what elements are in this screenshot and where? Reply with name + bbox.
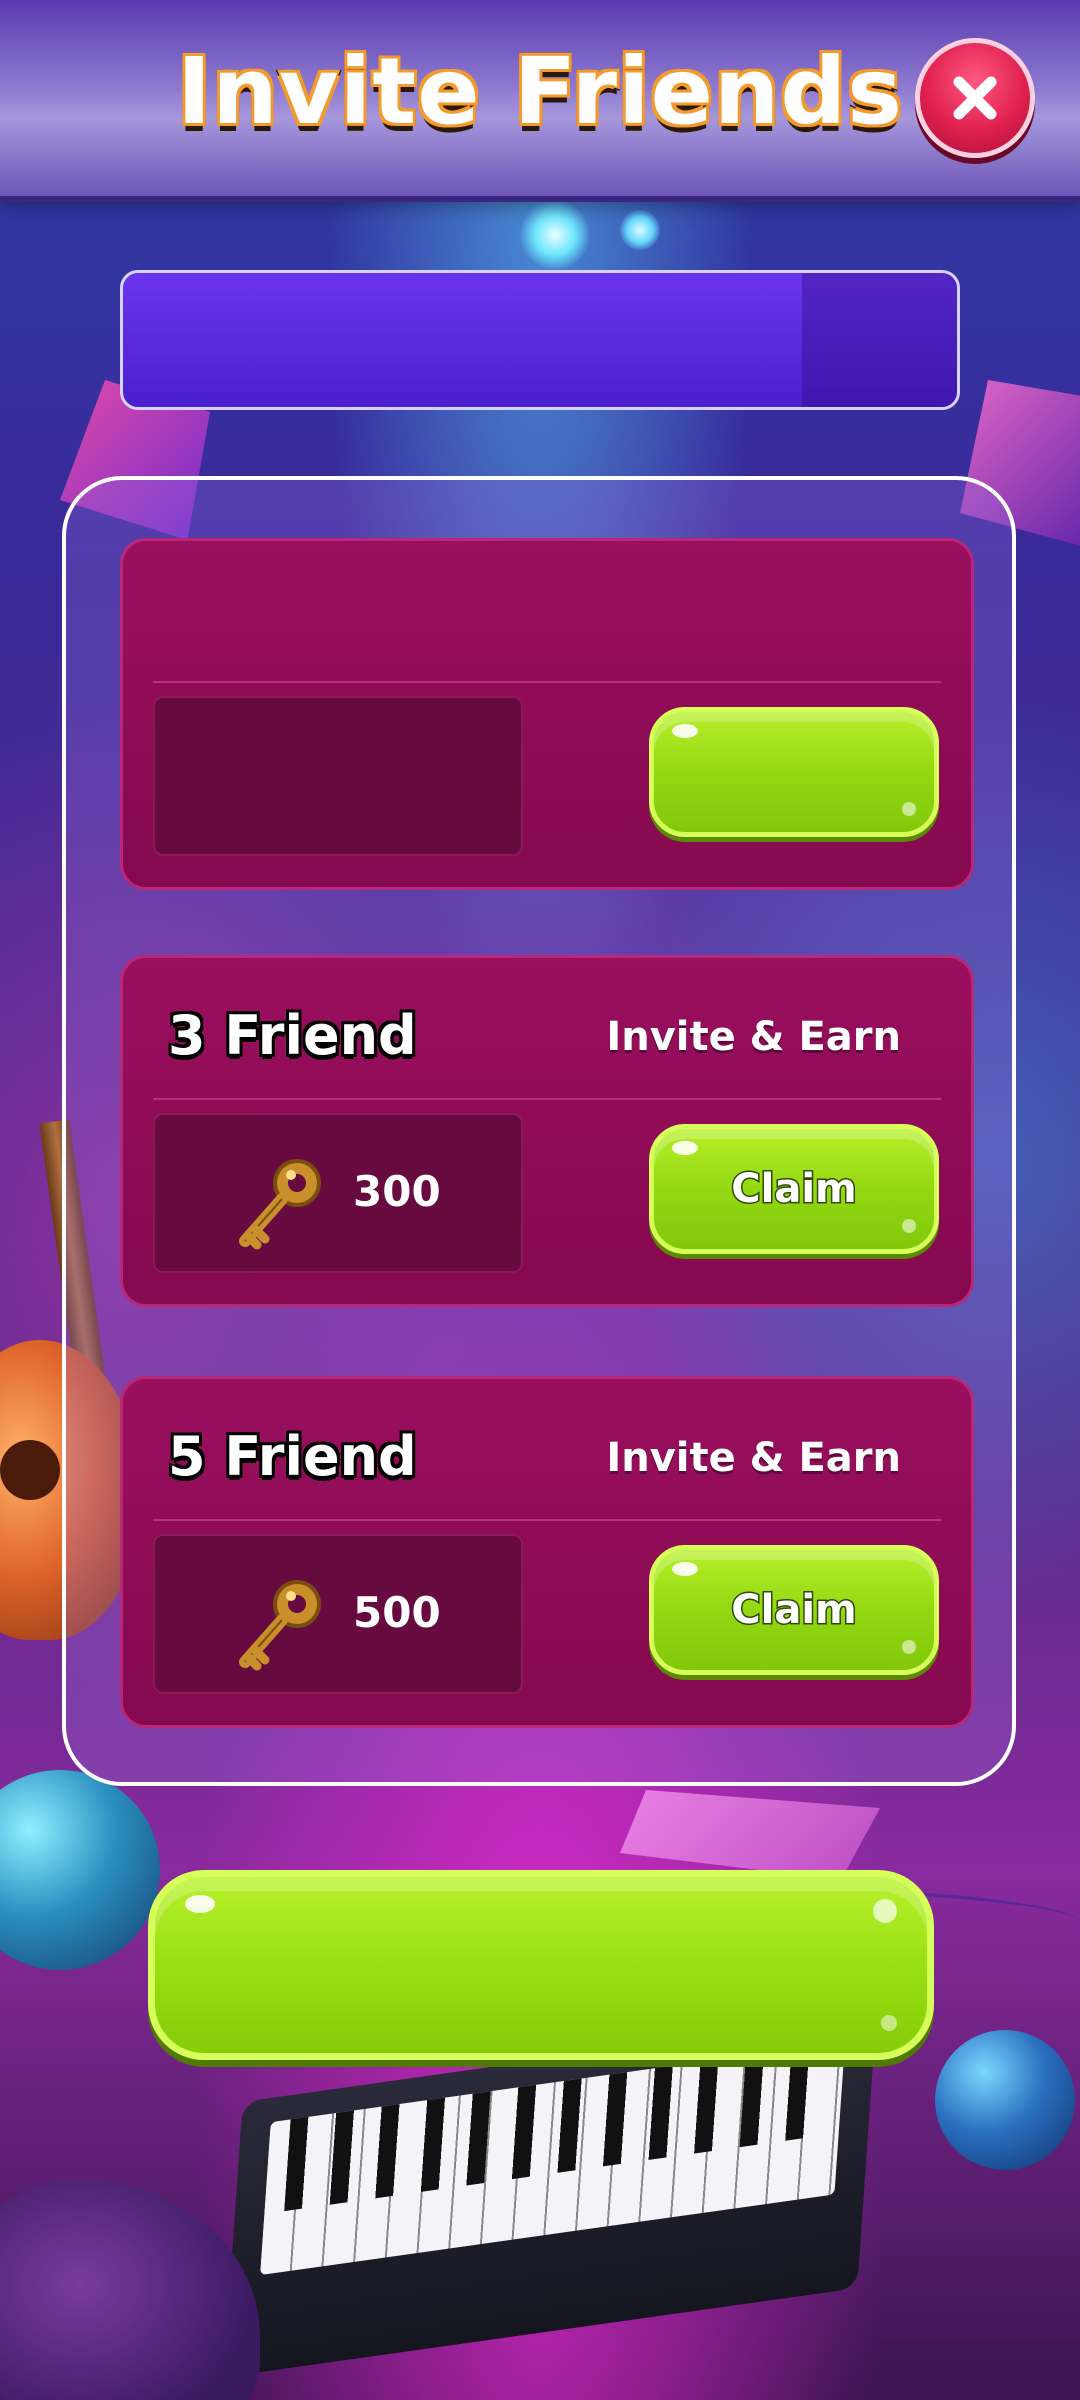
card-divider [153, 1519, 941, 1521]
reward-box: 300 [153, 1113, 523, 1273]
background-cloth [0, 2180, 260, 2400]
header-bar: Invite Friends [0, 0, 1080, 196]
key-icon [239, 1159, 321, 1250]
reward-card [120, 538, 974, 890]
button-highlight [672, 1562, 698, 1576]
background-keyboard [223, 2012, 877, 2378]
reward-card: 5 Friend Invite & Earn 500 Claim [120, 1376, 974, 1728]
background-ball-right [935, 2030, 1075, 2170]
friend-count-label: 5 Friend [168, 1425, 417, 1488]
reward-amount: 500 [353, 1588, 441, 1637]
invite-earn-label: Invite & Earn [606, 1435, 901, 1481]
button-highlight [185, 1895, 215, 1913]
ceiling-lamp [520, 200, 590, 270]
button-highlight [902, 1640, 916, 1654]
reward-card: 3 Friend Invite & Earn 300 Claim [120, 955, 974, 1307]
invite-earn-label: Invite & Earn [606, 1014, 901, 1060]
claim-button[interactable]: Claim [649, 1545, 939, 1675]
button-highlight [881, 2015, 897, 2031]
card-divider [153, 1098, 941, 1100]
claim-label: Claim [730, 1165, 858, 1214]
ceiling-lamp-small [620, 210, 660, 250]
key-icon [239, 1580, 321, 1671]
game-screen: Invite Friends 3 Friend Invite & Earn 30… [0, 0, 1080, 2400]
claim-button[interactable] [649, 707, 939, 837]
guitar-sound-hole [0, 1440, 60, 1500]
claim-button[interactable]: Claim [649, 1124, 939, 1254]
button-highlight [672, 724, 698, 738]
button-highlight [672, 1141, 698, 1155]
invite-banner [120, 270, 960, 410]
reward-amount: 300 [353, 1167, 441, 1216]
reward-box: 500 [153, 1534, 523, 1694]
button-highlight [873, 1899, 897, 1923]
card-divider [153, 681, 941, 683]
friend-count-label: 3 Friend [168, 1004, 417, 1067]
close-icon [953, 76, 997, 120]
close-button[interactable] [915, 38, 1035, 158]
background-paper [620, 1790, 880, 1880]
reward-box [153, 696, 523, 856]
claim-label: Claim [730, 1586, 858, 1635]
button-highlight [902, 802, 916, 816]
banner-shade [802, 273, 957, 407]
button-highlight [902, 1219, 916, 1233]
invite-button[interactable] [148, 1870, 934, 2060]
